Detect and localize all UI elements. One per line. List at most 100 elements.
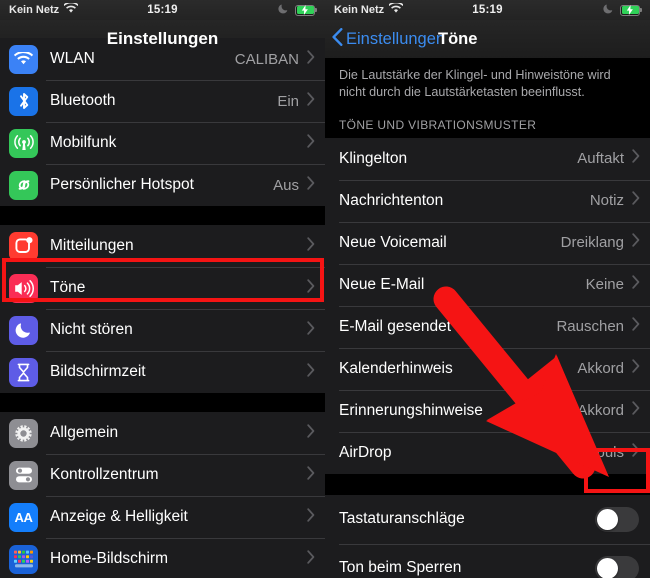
settings-group-system: Allgemein Kontrollzentrum AA Anzeige & Hell…	[0, 412, 325, 578]
dual-screenshot-composite: Kein Netz 15:19 Einstellungen WLAN CALIB…	[0, 0, 650, 578]
sidebar-item-label: Persönlicher Hotspot	[50, 176, 194, 193]
sound-row-nachrichtenton[interactable]: Nachrichtenton Notiz	[325, 179, 650, 222]
sidebar-item-pers-nlicher-hotspot[interactable]: Persönlicher Hotspot Aus	[0, 164, 325, 206]
sidebar-item-label: WLAN	[50, 50, 95, 67]
cellular-icon	[9, 128, 38, 158]
sound-row-value: Auftakt	[577, 150, 624, 168]
sidebar-item-kontrollzentrum[interactable]: Kontrollzentrum	[0, 454, 325, 496]
sidebar-item-bluetooth[interactable]: Bluetooth Ein	[0, 80, 325, 122]
sound-row-label: AirDrop	[339, 443, 392, 461]
status-bar-right: Kein Netz 15:19	[325, 0, 650, 20]
toggle-row-tastaturanschläge[interactable]: Tastaturanschläge	[325, 495, 650, 544]
chevron-right-icon	[632, 275, 640, 294]
chevron-right-icon	[307, 423, 315, 443]
toggle-switch[interactable]	[595, 555, 639, 578]
display-brightness-icon: AA	[9, 502, 38, 532]
sidebar-item-anzeige-helligkeit[interactable]: AA Anzeige & Helligkeit	[0, 496, 325, 538]
wifi-tile-icon	[9, 44, 38, 74]
sound-row-label: Erinnerungshinweise	[339, 401, 483, 419]
sidebar-item-t-ne[interactable]: Töne	[0, 267, 325, 309]
toggle-row-ton-beim-sperren[interactable]: Ton beim Sperren	[325, 543, 650, 578]
notifications-icon	[9, 231, 38, 261]
sidebar-item-nicht-st-ren[interactable]: Nicht stören	[0, 309, 325, 351]
sound-row-value: Akkord	[577, 402, 624, 420]
sidebar-item-label: Kontrollzentrum	[50, 466, 159, 483]
sidebar-item-label: Mobilfunk	[50, 134, 117, 151]
status-bar-right-group	[278, 0, 317, 20]
sound-row-airdrop[interactable]: AirDrop Impuls	[325, 431, 650, 474]
sidebar-item-mitteilungen[interactable]: Mitteilungen	[0, 225, 325, 267]
sidebar-item-value: CALIBAN	[234, 50, 299, 68]
sidebar-item-wlan[interactable]: WLAN CALIBAN	[0, 38, 325, 80]
back-button[interactable]: Einstellungen	[332, 27, 446, 51]
sound-row-label: Kalenderhinweis	[339, 359, 453, 377]
page-title-right: Töne	[438, 29, 478, 48]
sidebar-item-label: Mitteilungen	[50, 237, 134, 254]
status-bar-clock: 15:19	[147, 4, 178, 16]
sound-row-value: Dreiklang	[560, 234, 624, 252]
chevron-right-icon	[632, 191, 640, 210]
sound-row-kalenderhinweis[interactable]: Kalenderhinweis Akkord	[325, 347, 650, 390]
chevron-right-icon	[307, 278, 315, 298]
sidebar-item-bildschirmzeit[interactable]: Bildschirmzeit	[0, 351, 325, 393]
toggle-row-label: Tastaturanschläge	[339, 510, 465, 528]
sound-row-label: E-Mail gesendet	[339, 317, 452, 335]
chevron-right-icon	[632, 443, 640, 462]
toggle-switch[interactable]	[595, 506, 639, 532]
chevron-left-icon	[332, 27, 343, 51]
moon-icon	[278, 3, 289, 17]
chevron-right-icon	[307, 549, 315, 569]
sound-row-label: Nachrichtenton	[339, 191, 444, 209]
chevron-right-icon	[307, 507, 315, 527]
sidebar-item-label: Töne	[50, 279, 86, 296]
sound-row-label: Neue Voicemail	[339, 233, 447, 251]
chevron-right-icon	[307, 175, 315, 195]
section-header-sounds: TÖNE UND VIBRATIONSMUSTER	[325, 113, 650, 138]
control-center-icon	[9, 460, 38, 490]
status-bar-right-group-2	[603, 0, 642, 20]
moon-tile-icon	[9, 315, 38, 345]
home-screen-icon	[9, 544, 38, 574]
sound-row-neue-voicemail[interactable]: Neue Voicemail Dreiklang	[325, 221, 650, 264]
gear-icon	[9, 418, 38, 448]
sidebar-item-label: Allgemein	[50, 424, 119, 441]
group-gap-3	[325, 473, 650, 495]
sidebar-item-label: Bluetooth	[50, 92, 116, 109]
sidebar-item-value: Aus	[273, 176, 299, 194]
chevron-right-icon	[632, 359, 640, 378]
sound-row-e-mail-gesendet[interactable]: E-Mail gesendet Rauschen	[325, 305, 650, 348]
sound-row-value: Notiz	[589, 192, 624, 210]
chevron-right-icon	[632, 401, 640, 420]
chevron-right-icon	[307, 49, 315, 69]
group-gap-2	[0, 393, 325, 412]
sidebar-item-label: Bildschirmzeit	[50, 363, 146, 380]
sound-row-label: Klingelton	[339, 149, 408, 167]
chevron-right-icon	[307, 320, 315, 340]
sound-row-value: Keine	[585, 276, 624, 294]
sidebar-item-label: Home-Bildschirm	[50, 550, 168, 567]
hotspot-icon	[9, 170, 38, 200]
settings-group-connectivity: WLAN CALIBAN Bluetooth Ein Mobilfunk Persönli…	[0, 38, 325, 206]
right-nav-bar: Einstellungen Töne	[325, 20, 650, 58]
sound-row-erinnerungshinweise[interactable]: Erinnerungshinweise Akkord	[325, 389, 650, 432]
settings-group-notifications: Mitteilungen Töne Nicht stören Bildschirmze…	[0, 225, 325, 393]
sound-row-neue-e-mail[interactable]: Neue E-Mail Keine	[325, 263, 650, 306]
sidebar-item-home-bildschirm[interactable]: Home-Bildschirm	[0, 538, 325, 578]
sound-row-value: Impuls	[579, 444, 624, 462]
chevron-right-icon	[307, 91, 315, 111]
back-button-label: Einstellungen	[346, 29, 446, 48]
group-gap-1	[0, 206, 325, 225]
chevron-right-icon	[632, 233, 640, 252]
sound-row-value: Akkord	[577, 360, 624, 378]
sounds-icon	[9, 273, 38, 303]
moon-icon	[603, 3, 614, 17]
bluetooth-icon	[9, 86, 38, 116]
sound-row-klingelton[interactable]: Klingelton Auftakt	[325, 138, 650, 180]
sidebar-item-label: Nicht stören	[50, 321, 133, 338]
toggle-row-label: Ton beim Sperren	[339, 559, 462, 577]
chevron-right-icon	[307, 236, 315, 256]
hourglass-icon	[9, 357, 38, 387]
sidebar-item-mobilfunk[interactable]: Mobilfunk	[0, 122, 325, 164]
sidebar-item-allgemein[interactable]: Allgemein	[0, 412, 325, 454]
sound-row-label: Neue E-Mail	[339, 275, 425, 293]
